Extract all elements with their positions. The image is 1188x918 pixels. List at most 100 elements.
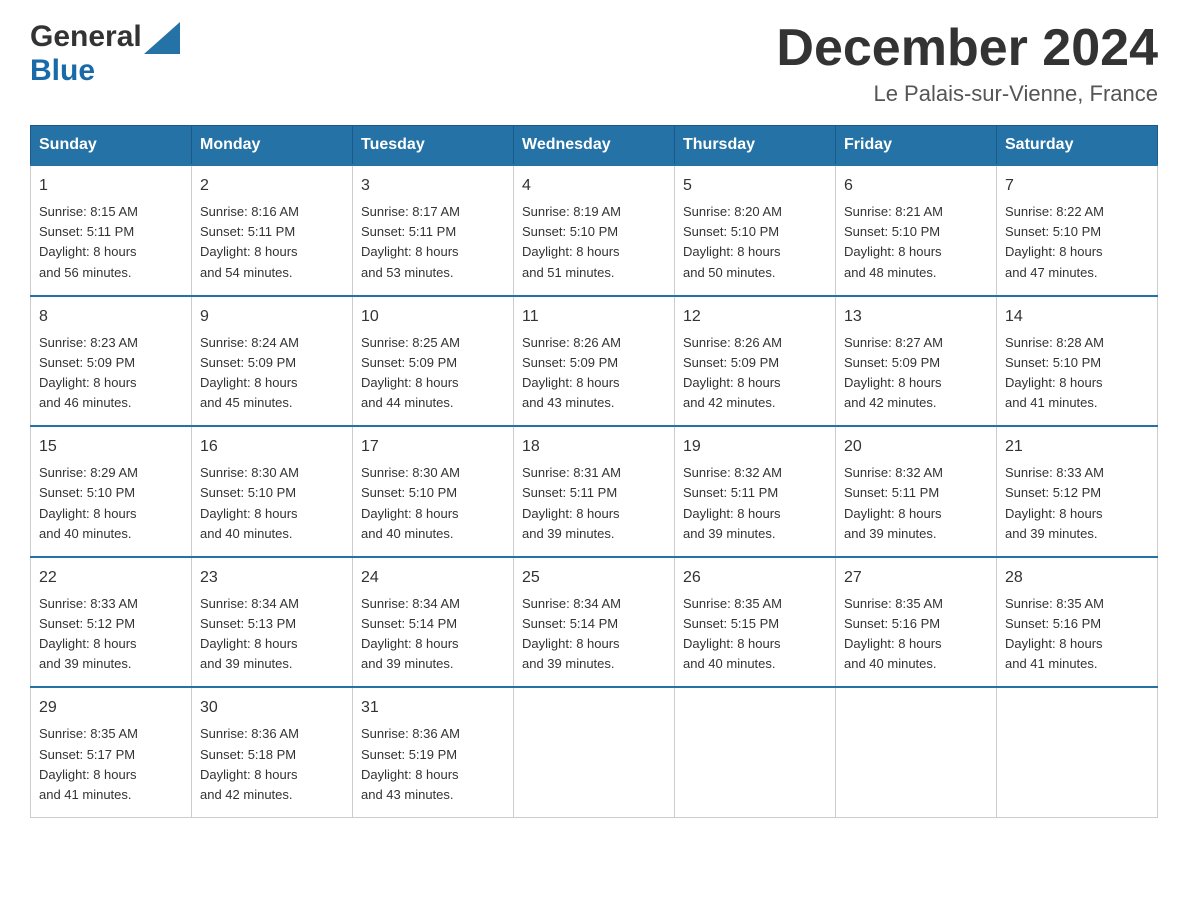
day-info: Sunrise: 8:26 AMSunset: 5:09 PMDaylight:… <box>522 335 621 410</box>
day-info: Sunrise: 8:17 AMSunset: 5:11 PMDaylight:… <box>361 204 460 279</box>
header-tuesday: Tuesday <box>353 126 514 166</box>
calendar-day-cell: 1 Sunrise: 8:15 AMSunset: 5:11 PMDayligh… <box>31 165 192 296</box>
calendar-day-cell: 25 Sunrise: 8:34 AMSunset: 5:14 PMDaylig… <box>514 557 675 688</box>
day-info: Sunrise: 8:36 AMSunset: 5:19 PMDaylight:… <box>361 726 460 801</box>
day-number: 7 <box>1005 174 1149 198</box>
calendar-title: December 2024 <box>776 20 1158 77</box>
day-info: Sunrise: 8:28 AMSunset: 5:10 PMDaylight:… <box>1005 335 1104 410</box>
calendar-day-cell: 23 Sunrise: 8:34 AMSunset: 5:13 PMDaylig… <box>192 557 353 688</box>
day-info: Sunrise: 8:23 AMSunset: 5:09 PMDaylight:… <box>39 335 138 410</box>
calendar-day-cell: 19 Sunrise: 8:32 AMSunset: 5:11 PMDaylig… <box>675 426 836 557</box>
header-friday: Friday <box>836 126 997 166</box>
day-number: 24 <box>361 566 505 590</box>
day-info: Sunrise: 8:30 AMSunset: 5:10 PMDaylight:… <box>361 465 460 540</box>
calendar-day-cell: 11 Sunrise: 8:26 AMSunset: 5:09 PMDaylig… <box>514 296 675 427</box>
header-saturday: Saturday <box>997 126 1158 166</box>
day-info: Sunrise: 8:30 AMSunset: 5:10 PMDaylight:… <box>200 465 299 540</box>
calendar-day-cell: 2 Sunrise: 8:16 AMSunset: 5:11 PMDayligh… <box>192 165 353 296</box>
calendar-day-cell: 24 Sunrise: 8:34 AMSunset: 5:14 PMDaylig… <box>353 557 514 688</box>
day-info: Sunrise: 8:35 AMSunset: 5:17 PMDaylight:… <box>39 726 138 801</box>
day-number: 12 <box>683 305 827 329</box>
day-number: 21 <box>1005 435 1149 459</box>
day-number: 22 <box>39 566 183 590</box>
title-block: December 2024 Le Palais-sur-Vienne, Fran… <box>776 20 1158 107</box>
day-info: Sunrise: 8:26 AMSunset: 5:09 PMDaylight:… <box>683 335 782 410</box>
calendar-week-row: 29 Sunrise: 8:35 AMSunset: 5:17 PMDaylig… <box>31 687 1158 817</box>
day-number: 18 <box>522 435 666 459</box>
day-info: Sunrise: 8:19 AMSunset: 5:10 PMDaylight:… <box>522 204 621 279</box>
calendar-day-cell: 31 Sunrise: 8:36 AMSunset: 5:19 PMDaylig… <box>353 687 514 817</box>
day-info: Sunrise: 8:33 AMSunset: 5:12 PMDaylight:… <box>39 596 138 671</box>
calendar-day-cell: 18 Sunrise: 8:31 AMSunset: 5:11 PMDaylig… <box>514 426 675 557</box>
calendar-day-cell: 15 Sunrise: 8:29 AMSunset: 5:10 PMDaylig… <box>31 426 192 557</box>
day-number: 10 <box>361 305 505 329</box>
calendar-day-cell: 12 Sunrise: 8:26 AMSunset: 5:09 PMDaylig… <box>675 296 836 427</box>
calendar-week-row: 1 Sunrise: 8:15 AMSunset: 5:11 PMDayligh… <box>31 165 1158 296</box>
day-number: 29 <box>39 696 183 720</box>
calendar-day-cell: 21 Sunrise: 8:33 AMSunset: 5:12 PMDaylig… <box>997 426 1158 557</box>
day-info: Sunrise: 8:20 AMSunset: 5:10 PMDaylight:… <box>683 204 782 279</box>
day-number: 5 <box>683 174 827 198</box>
day-info: Sunrise: 8:36 AMSunset: 5:18 PMDaylight:… <box>200 726 299 801</box>
day-number: 16 <box>200 435 344 459</box>
day-number: 15 <box>39 435 183 459</box>
calendar-day-cell: 9 Sunrise: 8:24 AMSunset: 5:09 PMDayligh… <box>192 296 353 427</box>
calendar-day-cell: 4 Sunrise: 8:19 AMSunset: 5:10 PMDayligh… <box>514 165 675 296</box>
day-info: Sunrise: 8:31 AMSunset: 5:11 PMDaylight:… <box>522 465 621 540</box>
day-info: Sunrise: 8:16 AMSunset: 5:11 PMDaylight:… <box>200 204 299 279</box>
calendar-day-cell: 29 Sunrise: 8:35 AMSunset: 5:17 PMDaylig… <box>31 687 192 817</box>
calendar-day-cell: 7 Sunrise: 8:22 AMSunset: 5:10 PMDayligh… <box>997 165 1158 296</box>
day-info: Sunrise: 8:34 AMSunset: 5:14 PMDaylight:… <box>361 596 460 671</box>
calendar-day-cell: 13 Sunrise: 8:27 AMSunset: 5:09 PMDaylig… <box>836 296 997 427</box>
calendar-table: Sunday Monday Tuesday Wednesday Thursday… <box>30 125 1158 818</box>
day-number: 25 <box>522 566 666 590</box>
header-sunday: Sunday <box>31 126 192 166</box>
logo-icon <box>144 22 180 54</box>
day-number: 17 <box>361 435 505 459</box>
logo: General Blue <box>30 20 180 88</box>
page-header: General Blue December 2024 Le Palais-sur… <box>30 20 1158 107</box>
day-number: 19 <box>683 435 827 459</box>
day-number: 3 <box>361 174 505 198</box>
calendar-day-cell: 27 Sunrise: 8:35 AMSunset: 5:16 PMDaylig… <box>836 557 997 688</box>
day-number: 20 <box>844 435 988 459</box>
calendar-day-cell: 8 Sunrise: 8:23 AMSunset: 5:09 PMDayligh… <box>31 296 192 427</box>
day-info: Sunrise: 8:35 AMSunset: 5:16 PMDaylight:… <box>1005 596 1104 671</box>
calendar-day-cell: 17 Sunrise: 8:30 AMSunset: 5:10 PMDaylig… <box>353 426 514 557</box>
calendar-day-cell <box>997 687 1158 817</box>
day-info: Sunrise: 8:34 AMSunset: 5:13 PMDaylight:… <box>200 596 299 671</box>
day-info: Sunrise: 8:32 AMSunset: 5:11 PMDaylight:… <box>844 465 943 540</box>
day-info: Sunrise: 8:21 AMSunset: 5:10 PMDaylight:… <box>844 204 943 279</box>
logo-general-text: General <box>30 20 142 54</box>
day-number: 14 <box>1005 305 1149 329</box>
day-info: Sunrise: 8:29 AMSunset: 5:10 PMDaylight:… <box>39 465 138 540</box>
calendar-week-row: 22 Sunrise: 8:33 AMSunset: 5:12 PMDaylig… <box>31 557 1158 688</box>
calendar-week-row: 15 Sunrise: 8:29 AMSunset: 5:10 PMDaylig… <box>31 426 1158 557</box>
day-info: Sunrise: 8:35 AMSunset: 5:16 PMDaylight:… <box>844 596 943 671</box>
calendar-day-cell: 28 Sunrise: 8:35 AMSunset: 5:16 PMDaylig… <box>997 557 1158 688</box>
calendar-day-cell <box>836 687 997 817</box>
day-info: Sunrise: 8:25 AMSunset: 5:09 PMDaylight:… <box>361 335 460 410</box>
day-info: Sunrise: 8:15 AMSunset: 5:11 PMDaylight:… <box>39 204 138 279</box>
header-wednesday: Wednesday <box>514 126 675 166</box>
calendar-day-cell: 22 Sunrise: 8:33 AMSunset: 5:12 PMDaylig… <box>31 557 192 688</box>
calendar-day-cell: 16 Sunrise: 8:30 AMSunset: 5:10 PMDaylig… <box>192 426 353 557</box>
logo-blue-text: Blue <box>30 54 95 87</box>
calendar-day-cell: 14 Sunrise: 8:28 AMSunset: 5:10 PMDaylig… <box>997 296 1158 427</box>
day-number: 1 <box>39 174 183 198</box>
calendar-day-cell: 3 Sunrise: 8:17 AMSunset: 5:11 PMDayligh… <box>353 165 514 296</box>
calendar-day-cell: 10 Sunrise: 8:25 AMSunset: 5:09 PMDaylig… <box>353 296 514 427</box>
day-info: Sunrise: 8:27 AMSunset: 5:09 PMDaylight:… <box>844 335 943 410</box>
day-number: 28 <box>1005 566 1149 590</box>
day-number: 6 <box>844 174 988 198</box>
day-number: 23 <box>200 566 344 590</box>
calendar-header-row: Sunday Monday Tuesday Wednesday Thursday… <box>31 126 1158 166</box>
calendar-subtitle: Le Palais-sur-Vienne, France <box>776 81 1158 107</box>
calendar-day-cell <box>675 687 836 817</box>
day-number: 11 <box>522 305 666 329</box>
calendar-day-cell: 30 Sunrise: 8:36 AMSunset: 5:18 PMDaylig… <box>192 687 353 817</box>
day-number: 26 <box>683 566 827 590</box>
day-number: 30 <box>200 696 344 720</box>
day-number: 27 <box>844 566 988 590</box>
day-info: Sunrise: 8:34 AMSunset: 5:14 PMDaylight:… <box>522 596 621 671</box>
